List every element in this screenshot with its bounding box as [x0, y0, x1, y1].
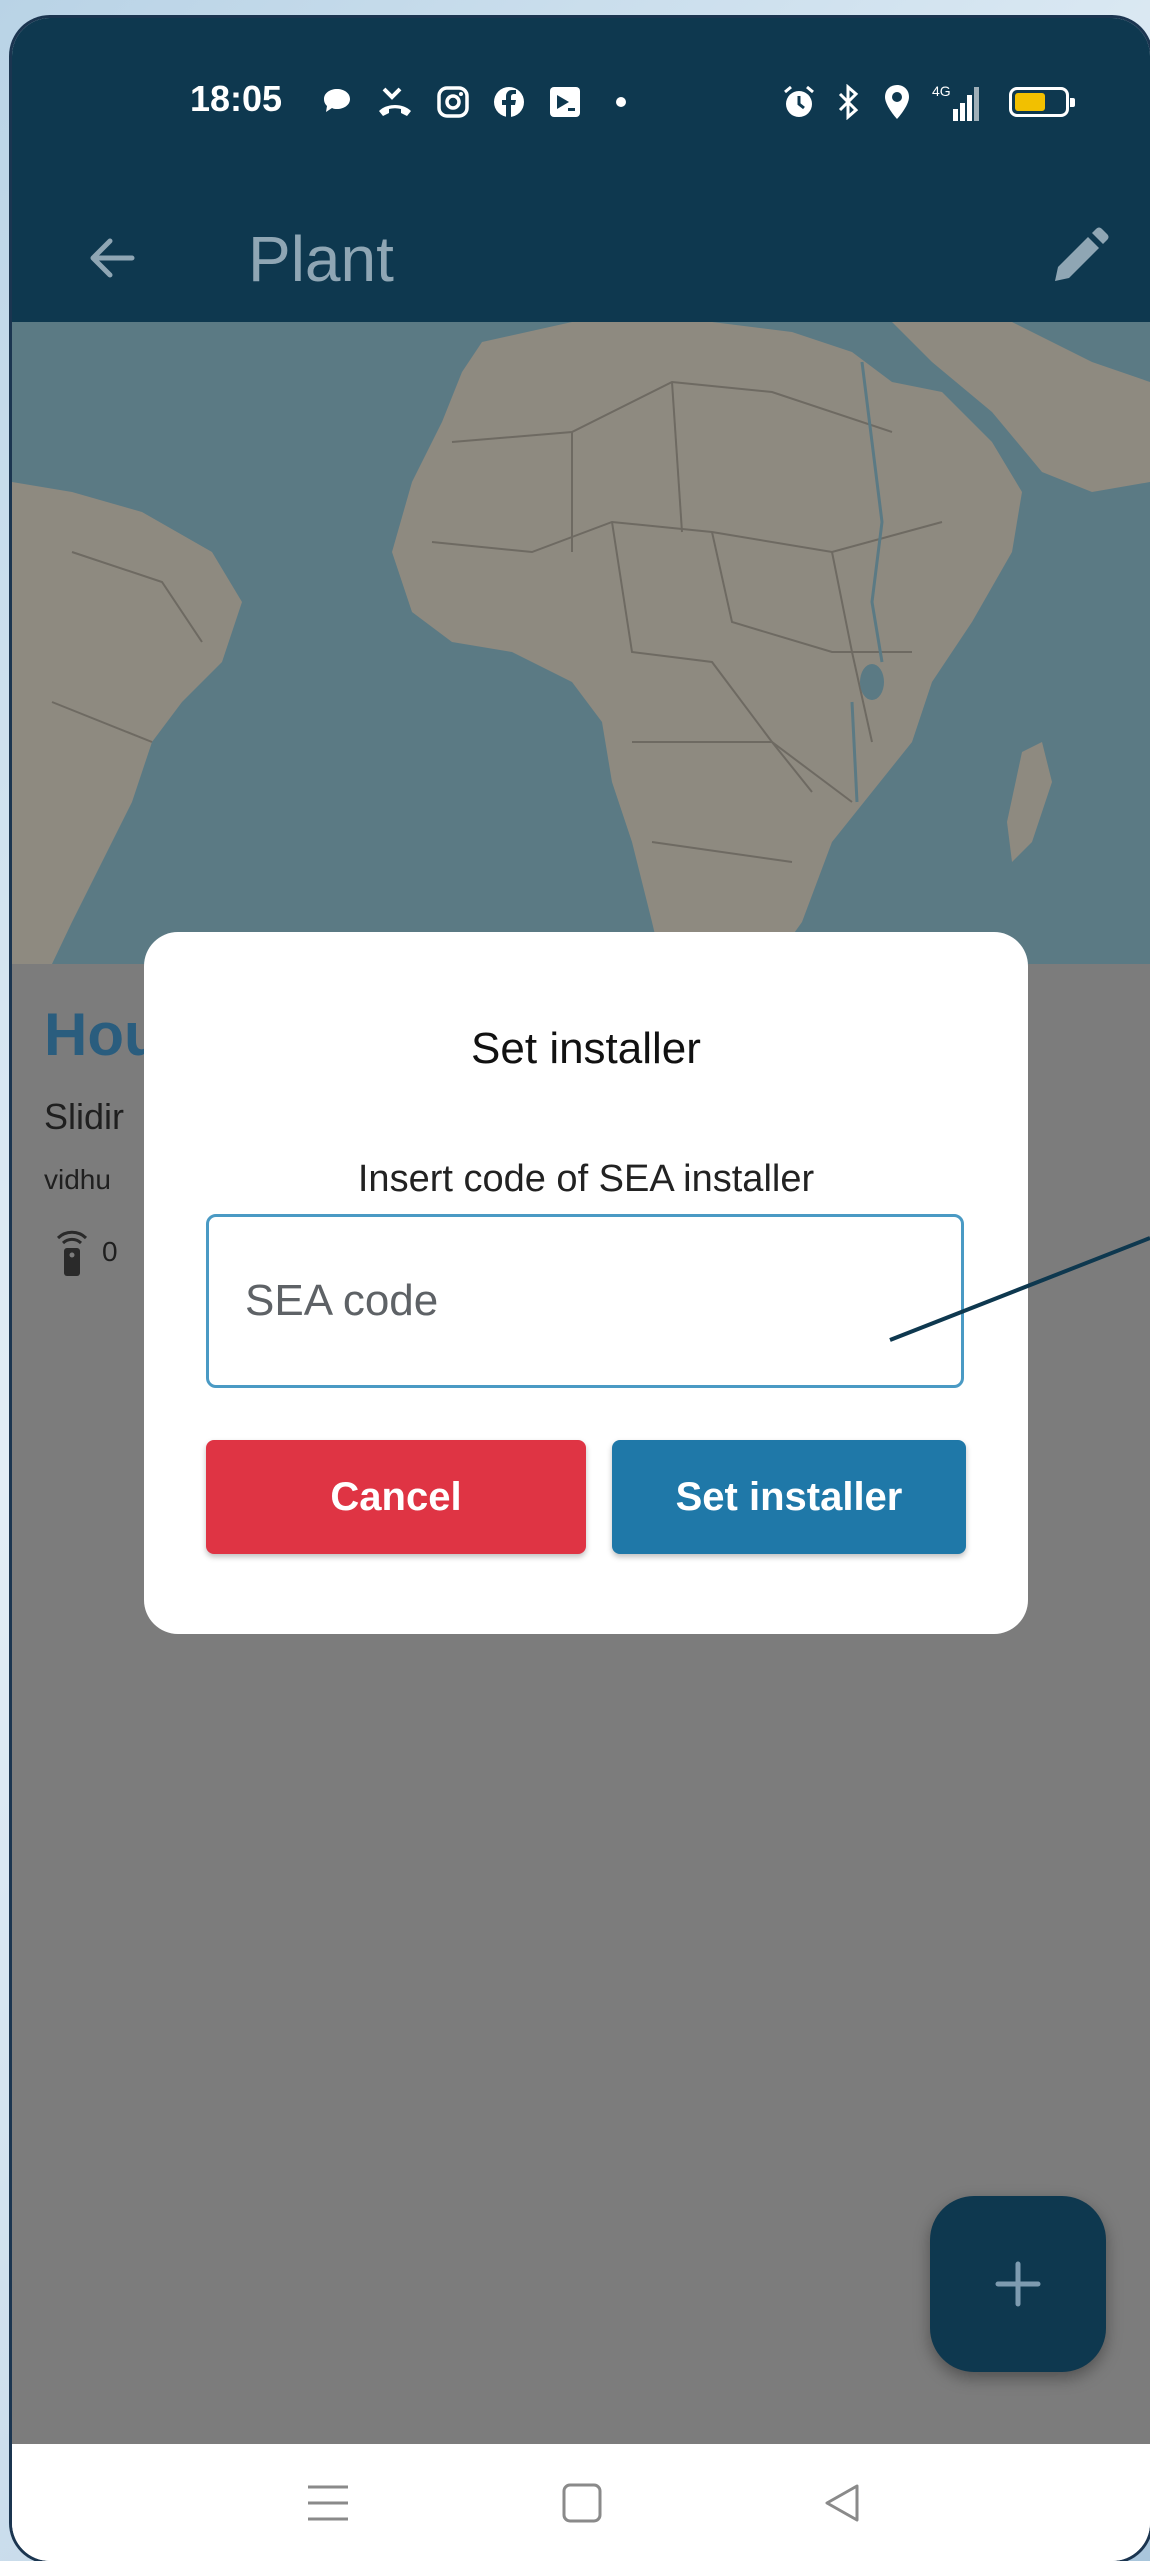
phone-screen: 18:05 4G Plant Hou Slidir vidhu 0 Set in…	[12, 18, 1150, 2561]
annotation-pointer-line	[889, 1236, 1150, 1342]
